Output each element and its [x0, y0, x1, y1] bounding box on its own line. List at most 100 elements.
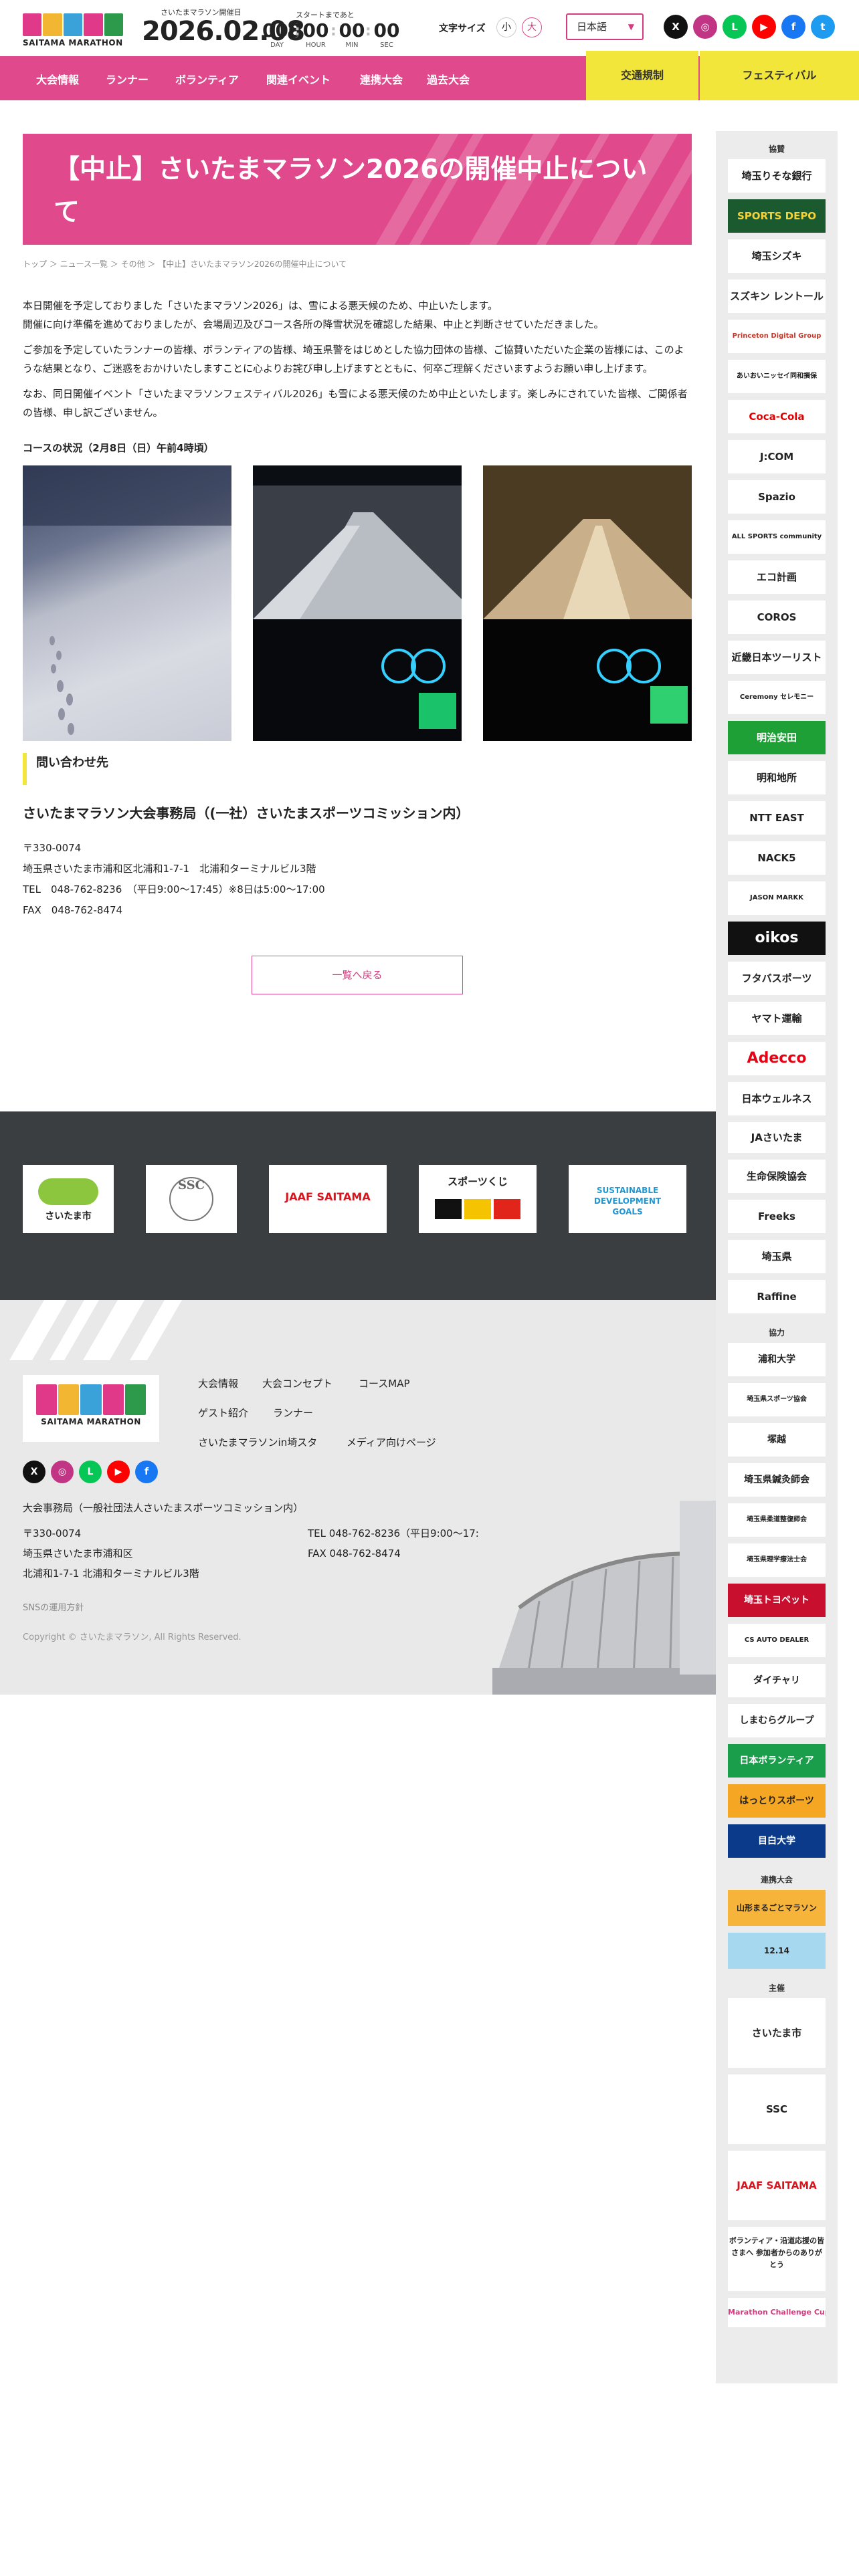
- nav-item-partner-races[interactable]: 連携大会: [360, 71, 403, 87]
- instagram-icon[interactable]: ◎: [693, 15, 717, 39]
- nav-item-volunteer[interactable]: ボランティア: [175, 71, 239, 87]
- twitter-icon[interactable]: t: [811, 15, 835, 39]
- partner-logo-ssc[interactable]: SSC: [146, 1165, 237, 1233]
- font-large-button[interactable]: 大: [522, 17, 542, 37]
- footer-link-info[interactable]: 大会情報: [198, 1376, 238, 1390]
- sidebar-sponsor-logo[interactable]: SPORTS DEPO: [728, 199, 826, 233]
- sidebar-sponsor-logo[interactable]: COROS: [728, 601, 826, 634]
- nav-festival-button[interactable]: フェスティバル: [700, 51, 859, 100]
- countdown-sec: 00 SEC: [373, 19, 400, 49]
- footer-link-media[interactable]: メディア向けページ: [347, 1435, 436, 1449]
- footer-link-course-map[interactable]: コースMAP: [359, 1376, 410, 1390]
- sidebar-sponsor-logo[interactable]: はっとりスポーツ: [728, 1784, 826, 1818]
- footer-link-runner[interactable]: ランナー: [273, 1406, 313, 1420]
- copyright: Copyright © さいたまマラソン, All Rights Reserve…: [23, 1632, 242, 1642]
- sidebar-sponsor-logo[interactable]: 山形まるごとマラソン: [728, 1890, 826, 1926]
- snow-dashboard-photo-1: [253, 465, 462, 741]
- sidebar-sponsor-logo[interactable]: 埼玉トヨペット: [728, 1584, 826, 1617]
- sidebar-sponsor-logo[interactable]: しまむらグループ: [728, 1704, 826, 1737]
- footer-instagram-icon[interactable]: ◎: [51, 1461, 74, 1483]
- sidebar-sponsor-logo[interactable]: 日本ウェルネス: [728, 1082, 826, 1115]
- sidebar-sponsor-logo[interactable]: 埼玉県理学療法士会: [728, 1543, 826, 1577]
- footer-link-concept[interactable]: 大会コンセプト: [262, 1376, 332, 1390]
- sidebar-sponsor-logo[interactable]: Raffine: [728, 1280, 826, 1313]
- sidebar-sponsor-logo[interactable]: さいたま市: [728, 1998, 826, 2068]
- line-icon[interactable]: L: [723, 15, 747, 39]
- sidebar-sponsor-logo[interactable]: ALL SPORTS community: [728, 520, 826, 554]
- footer-link-guests[interactable]: ゲスト紹介: [198, 1406, 248, 1420]
- countdown-min: 00 MIN: [339, 19, 365, 49]
- back-to-list-button[interactable]: 一覧へ戻る: [252, 956, 463, 994]
- footer-logo[interactable]: SAITAMA MARATHON: [23, 1375, 159, 1442]
- sidebar-sponsor-logo[interactable]: JAAF SAITAMA: [728, 2151, 826, 2220]
- sidebar-sponsor-logo[interactable]: Spazio: [728, 480, 826, 514]
- countdown-hour: 00 HOUR: [302, 19, 329, 49]
- organizer-name: さいたまマラソン大会事務局（(一社）さいたまスポーツコミッション内）: [23, 805, 470, 821]
- sidebar-sponsor-logo[interactable]: JASON MARKK: [728, 881, 826, 915]
- breadcrumb[interactable]: トップ ＞ ニュース一覧 ＞ その他 ＞ 【中止】さいたまマラソン2026の開催…: [23, 258, 692, 270]
- youtube-icon[interactable]: ▶: [752, 15, 776, 39]
- sidebar-sponsor-logo[interactable]: 目白大学: [728, 1824, 826, 1858]
- sidebar-sponsor-logo[interactable]: 浦和大学: [728, 1343, 826, 1376]
- sidebar-sponsor-logo[interactable]: あいおいニッセイ同和損保: [728, 360, 826, 393]
- sidebar-sponsor-logo[interactable]: Freeks: [728, 1200, 826, 1233]
- partner-logo-sdgs[interactable]: SUSTAINABLE DEVELOPMENT GOALS: [569, 1165, 686, 1233]
- sidebar-sponsor-logo[interactable]: 埼玉県スポーツ協会: [728, 1383, 826, 1416]
- sidebar-sponsor-logo[interactable]: 日本ボランティア: [728, 1744, 826, 1778]
- footer-line-icon[interactable]: L: [79, 1461, 102, 1483]
- nav-traffic-button[interactable]: 交通規制: [586, 51, 698, 100]
- sidebar-sponsor-logo[interactable]: フタバスポーツ: [728, 962, 826, 995]
- footer-city: 埼玉県さいたま市浦和区: [23, 1547, 133, 1560]
- footer-link-saisuta[interactable]: さいたまマラソンin埼スタ: [198, 1435, 317, 1449]
- sidebar-sponsor-logo[interactable]: 生命保険協会: [728, 1160, 826, 1193]
- sidebar-sponsor-logo[interactable]: Coca-Cola: [728, 400, 826, 433]
- article-paragraph-2: ご参加を予定していたランナーの皆様、ボランティアの皆様、埼玉県警をはじめとした協…: [23, 344, 684, 374]
- page-title: 【中止】さいたまマラソン2026の開催中止について: [54, 154, 648, 227]
- partner-logo-saitama-city[interactable]: さいたま市: [23, 1165, 114, 1233]
- sidebar-sponsor-logo[interactable]: ヤマト運輸: [728, 1002, 826, 1035]
- sidebar-sponsor-logo[interactable]: 塚越: [728, 1423, 826, 1457]
- site-logo[interactable]: SAITAMA MARATHON: [23, 13, 124, 48]
- footer-tel: TEL 048-762-8236（平日9:00～17:45）: [308, 1527, 502, 1539]
- sidebar-sponsor-logo[interactable]: CS AUTO DEALER: [728, 1624, 826, 1657]
- sidebar-sponsor-logo[interactable]: Princeton Digital Group: [728, 320, 826, 353]
- nav-item-info[interactable]: 大会情報: [36, 71, 79, 87]
- sidebar-sponsor-logo[interactable]: 埼玉県: [728, 1240, 826, 1273]
- sidebar-sponsor-logo[interactable]: 12.14: [728, 1933, 826, 1969]
- sns-policy-link[interactable]: SNSの運用方針: [23, 1598, 84, 1618]
- sidebar-sponsor-logo[interactable]: エコ計画: [728, 560, 826, 594]
- sidebar-sponsor-logo[interactable]: 近畿日本ツーリスト: [728, 641, 826, 674]
- sidebar-sponsor-logo[interactable]: 明和地所: [728, 761, 826, 794]
- sidebar-sponsor-logo[interactable]: 明治安田: [728, 721, 826, 754]
- sidebar-sponsor-logo[interactable]: スズキン レントール: [728, 280, 826, 313]
- sidebar-sponsor-logo[interactable]: SSC: [728, 2074, 826, 2144]
- facebook-icon[interactable]: f: [781, 15, 805, 39]
- language-select[interactable]: 日本語 ▼: [566, 13, 644, 40]
- footer-facebook-icon[interactable]: f: [135, 1461, 158, 1483]
- sidebar-sponsor-logo[interactable]: ダイチャリ: [728, 1664, 826, 1697]
- sidebar-sponsor-logo[interactable]: JAさいたま: [728, 1122, 826, 1153]
- footer-youtube-icon[interactable]: ▶: [107, 1461, 130, 1483]
- footer-x-icon[interactable]: X: [23, 1461, 45, 1483]
- nav-item-events[interactable]: 関連イベント: [266, 71, 330, 87]
- nav-item-past-races[interactable]: 過去大会: [427, 71, 470, 87]
- site-header: SAITAMA MARATHON さいたまマラソン開催日 2026.02.08 …: [0, 0, 859, 56]
- snow-road-photo: [23, 465, 231, 741]
- sidebar-sponsor-logo[interactable]: 埼玉県鍼灸師会: [728, 1463, 826, 1497]
- sidebar-sponsor-logo[interactable]: Ceremony セレモニー: [728, 681, 826, 714]
- sidebar-sponsor-logo[interactable]: 埼玉県柔道整復師会: [728, 1503, 826, 1537]
- x-icon[interactable]: X: [664, 15, 688, 39]
- sidebar-sponsor-logo[interactable]: NACK5: [728, 841, 826, 875]
- sidebar-sponsor-logo[interactable]: 埼玉シズキ: [728, 239, 826, 273]
- sidebar-sponsor-logo[interactable]: J:COM: [728, 440, 826, 473]
- challenge-cup-banner[interactable]: Marathon Challenge Cup: [728, 2298, 826, 2327]
- partner-logo-sports-toto[interactable]: スポーツくじ: [419, 1165, 537, 1233]
- nav-item-runner[interactable]: ランナー: [106, 71, 149, 87]
- sidebar-sponsor-logo[interactable]: Adecco: [728, 1042, 826, 1075]
- volunteer-thanks-banner[interactable]: ボランティア・沿道応援の皆さまへ 参加者からのありがとう: [728, 2227, 826, 2291]
- font-small-button[interactable]: 小: [496, 17, 516, 37]
- partner-logo-jaaf[interactable]: JAAF SAITAMA: [269, 1165, 387, 1233]
- sidebar-sponsor-logo[interactable]: oikos: [728, 922, 826, 955]
- sidebar-sponsor-logo[interactable]: 埼玉りそな銀行: [728, 159, 826, 193]
- sidebar-sponsor-logo[interactable]: NTT EAST: [728, 801, 826, 835]
